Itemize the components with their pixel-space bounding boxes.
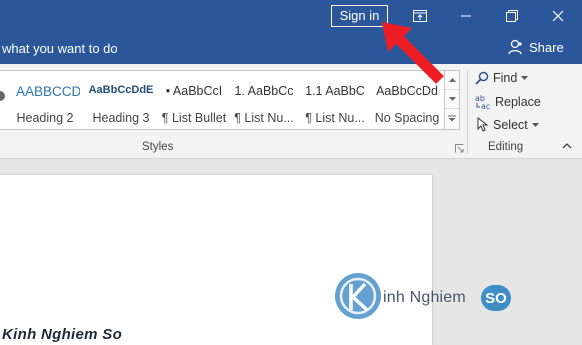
kinh-nghiem-logo-icon <box>335 273 381 319</box>
minimize-button[interactable] <box>446 0 486 32</box>
style-name: ¶ List Bullet <box>161 111 227 125</box>
style-list-number[interactable]: 1. AaBbCc ¶ List Nu... <box>230 71 298 129</box>
chevron-down-icon <box>521 76 529 80</box>
style-preview: 1.1 AaBbC <box>305 84 365 98</box>
share-button[interactable]: Share <box>508 39 564 55</box>
style-preview: AABBCCDD <box>16 84 80 99</box>
watermark-bottom-text: Kinh Nghiem So <box>2 326 123 343</box>
watermark-text: inh Nghiem <box>383 289 466 306</box>
find-button[interactable]: Find <box>475 71 529 85</box>
tell-me-search[interactable]: what you want to do <box>2 41 118 56</box>
styles-group-label: Styles <box>142 141 174 153</box>
select-label: Select <box>493 117 528 132</box>
style-name: ¶ List Nu... <box>305 111 365 125</box>
style-list-bullet[interactable]: • AaBbCcI ¶ List Bullet <box>160 71 228 129</box>
restore-icon <box>506 10 518 22</box>
svg-text:ac: ac <box>481 102 490 110</box>
close-button[interactable] <box>538 0 578 32</box>
collapse-ribbon-icon[interactable] <box>562 142 572 149</box>
style-heading-2[interactable]: AABBCCDD Heading 2 <box>10 71 80 129</box>
dialog-launcher-icon[interactable] <box>455 144 464 153</box>
partial-style-icon <box>0 91 5 101</box>
style-heading-3[interactable]: AaBbCcDdE Heading 3 <box>82 71 160 129</box>
chevron-down-icon <box>448 97 456 101</box>
gallery-scroll-down[interactable] <box>445 90 459 109</box>
more-icon <box>448 115 456 122</box>
watermark-badge: SO <box>481 285 511 311</box>
tell-me-bar: what you want to do Share <box>0 32 582 64</box>
replace-button[interactable]: ab ac Replace <box>475 94 541 110</box>
style-name: Heading 3 <box>92 111 150 125</box>
person-icon <box>508 39 522 55</box>
gallery-more-button[interactable] <box>445 109 459 128</box>
minimize-icon <box>461 15 471 17</box>
style-name: No Spacing <box>374 111 440 125</box>
document-area <box>0 160 582 345</box>
share-label: Share <box>529 39 564 55</box>
style-preview: 1. AaBbCc <box>234 84 294 98</box>
find-label: Find <box>493 71 518 85</box>
red-arrow-annotation <box>382 22 444 84</box>
select-button[interactable]: Select <box>475 117 539 132</box>
style-name: ¶ List Nu... <box>234 111 294 125</box>
replace-icon: abac <box>475 94 490 110</box>
style-list-number-2[interactable]: 1.1 AaBbC ¶ List Nu... <box>301 71 369 129</box>
replace-label: Replace <box>495 95 541 109</box>
cursor-icon <box>477 117 489 132</box>
editing-group-label: Editing <box>488 141 524 153</box>
ribbon: AABBCCDD Heading 2 AaBbCcDdE Heading 3 •… <box>0 64 582 159</box>
group-divider <box>467 70 468 154</box>
search-icon <box>475 71 489 85</box>
style-name: Heading 2 <box>16 111 74 125</box>
style-preview: • AaBbCcI <box>165 84 223 98</box>
chevron-down-icon <box>531 122 539 127</box>
close-icon <box>552 10 564 22</box>
title-bar: Sign in <box>0 0 582 32</box>
restore-button[interactable] <box>492 0 532 32</box>
style-preview: AaBbCcDdE <box>88 84 154 96</box>
